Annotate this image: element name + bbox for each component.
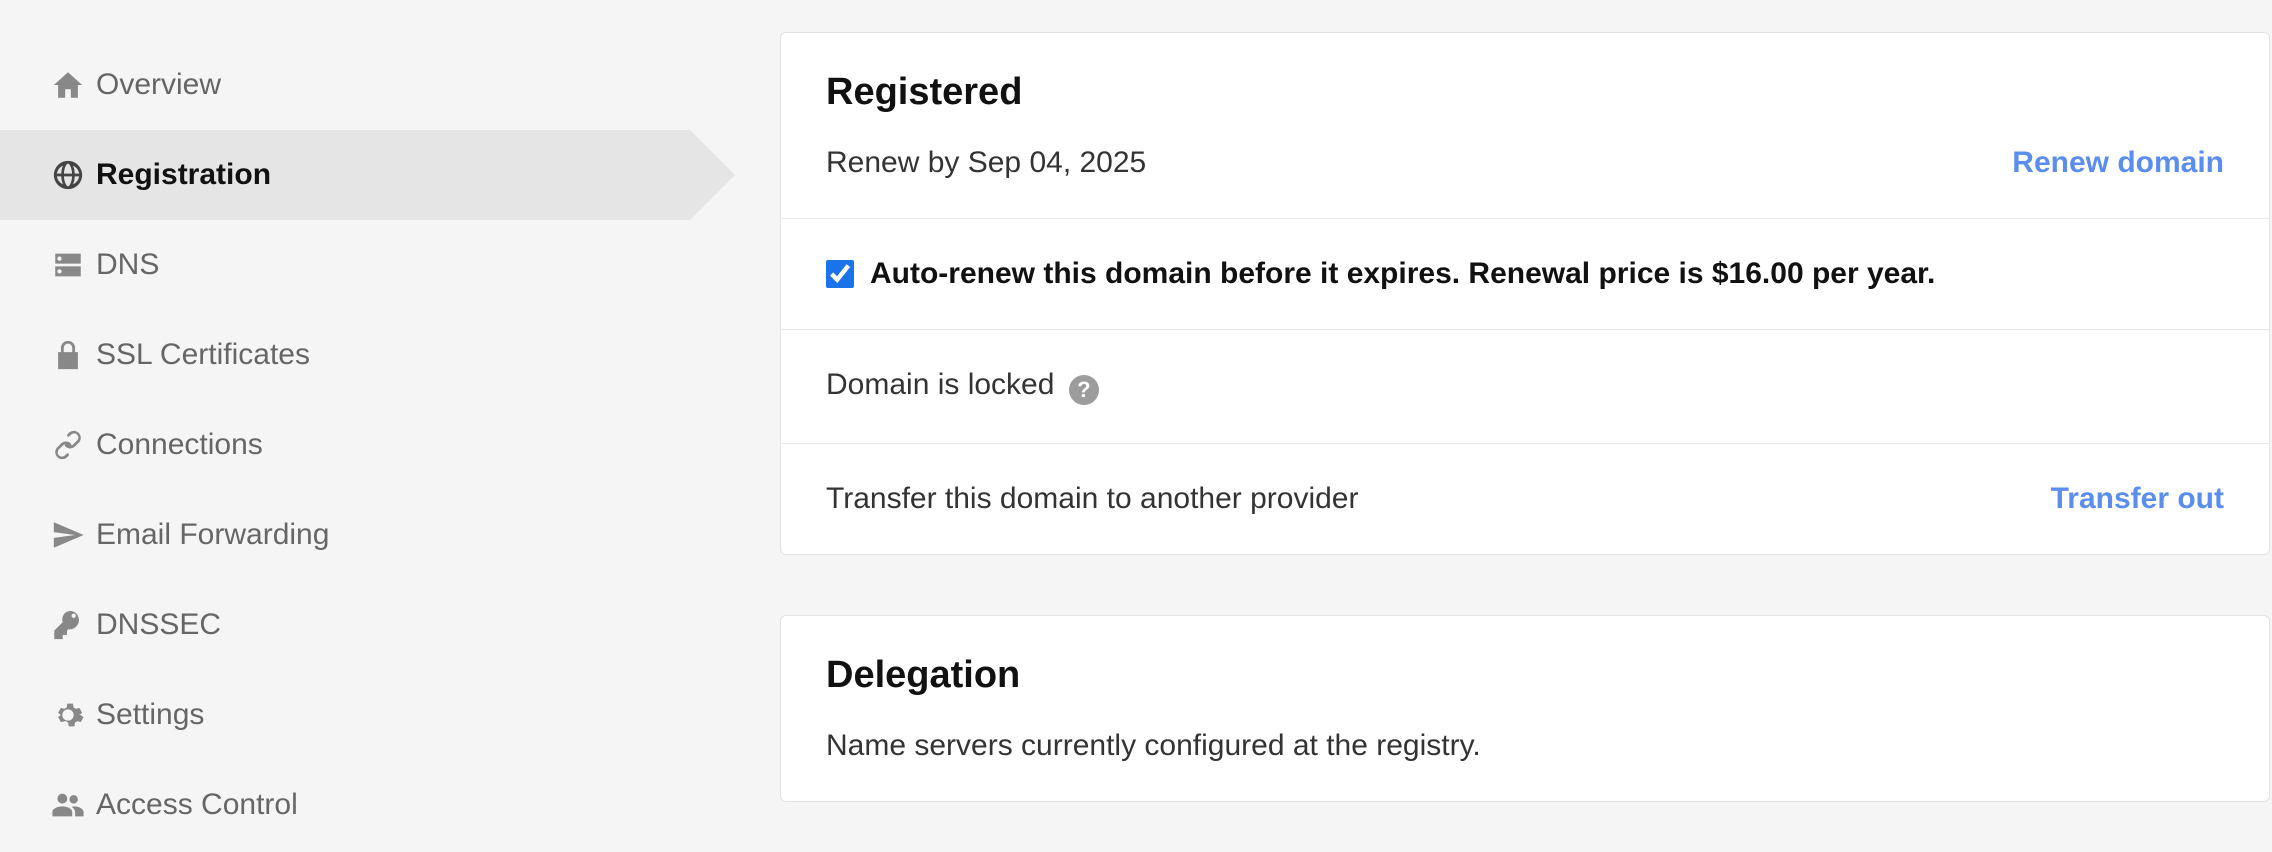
home-icon	[40, 68, 96, 102]
transfer-text: Transfer this domain to another provider	[826, 482, 1359, 516]
delegation-body: Name servers currently configured at the…	[826, 729, 1481, 762]
sidebar-item-dns[interactable]: DNS	[0, 220, 690, 310]
renew-domain-link[interactable]: Renew domain	[2012, 146, 2224, 180]
server-icon	[40, 248, 96, 282]
auto-renew-checkbox[interactable]	[826, 260, 854, 288]
help-icon[interactable]: ?	[1069, 375, 1099, 405]
sidebar-item-label: DNSSEC	[96, 608, 221, 642]
registered-heading: Registered	[826, 71, 2224, 114]
sidebar-item-dnssec[interactable]: DNSSEC	[0, 580, 690, 670]
sidebar-item-label: Email Forwarding	[96, 518, 329, 552]
delegation-card: Delegation Name servers currently config…	[780, 615, 2270, 802]
gear-icon	[40, 698, 96, 732]
lock-section: Domain is locked ?	[781, 330, 2269, 444]
lock-icon	[40, 338, 96, 372]
sidebar-item-label: Settings	[96, 698, 204, 732]
transfer-section: Transfer this domain to another provider…	[781, 444, 2269, 554]
sidebar-item-email-forwarding[interactable]: Email Forwarding	[0, 490, 690, 580]
auto-renew-text: Auto-renew this domain before it expires…	[870, 257, 1935, 291]
delegation-heading: Delegation	[826, 654, 2224, 697]
key-icon	[40, 608, 96, 642]
registered-card: Registered Renew by Sep 04, 2025 Renew d…	[780, 32, 2270, 555]
send-icon	[40, 518, 96, 552]
sidebar-item-label: Connections	[96, 428, 263, 462]
registered-header-section: Registered Renew by Sep 04, 2025 Renew d…	[781, 33, 2269, 219]
link-icon	[40, 428, 96, 462]
renew-by-text: Renew by Sep 04, 2025	[826, 146, 1146, 180]
sidebar-item-overview[interactable]: Overview	[0, 40, 690, 130]
sidebar-item-settings[interactable]: Settings	[0, 670, 690, 760]
sidebar-item-ssl-certificates[interactable]: SSL Certificates	[0, 310, 690, 400]
globe-icon	[40, 158, 96, 192]
sidebar-item-label: DNS	[96, 248, 159, 282]
transfer-out-link[interactable]: Transfer out	[2051, 482, 2224, 516]
sidebar-item-label: Access Control	[96, 788, 298, 822]
sidebar-item-label: SSL Certificates	[96, 338, 310, 372]
users-icon	[40, 788, 96, 822]
sidebar-item-access-control[interactable]: Access Control	[0, 760, 690, 850]
main-content: Registered Renew by Sep 04, 2025 Renew d…	[690, 0, 2272, 852]
sidebar-item-registration[interactable]: Registration	[0, 130, 690, 220]
sidebar: Overview Registration DNS SSL Certificat…	[0, 0, 690, 852]
sidebar-item-label: Overview	[96, 68, 221, 102]
sidebar-item-label: Registration	[96, 158, 271, 192]
auto-renew-control[interactable]: Auto-renew this domain before it expires…	[826, 257, 2224, 291]
sidebar-item-connections[interactable]: Connections	[0, 400, 690, 490]
auto-renew-section: Auto-renew this domain before it expires…	[781, 219, 2269, 330]
domain-lock-text: Domain is locked	[826, 368, 1054, 401]
